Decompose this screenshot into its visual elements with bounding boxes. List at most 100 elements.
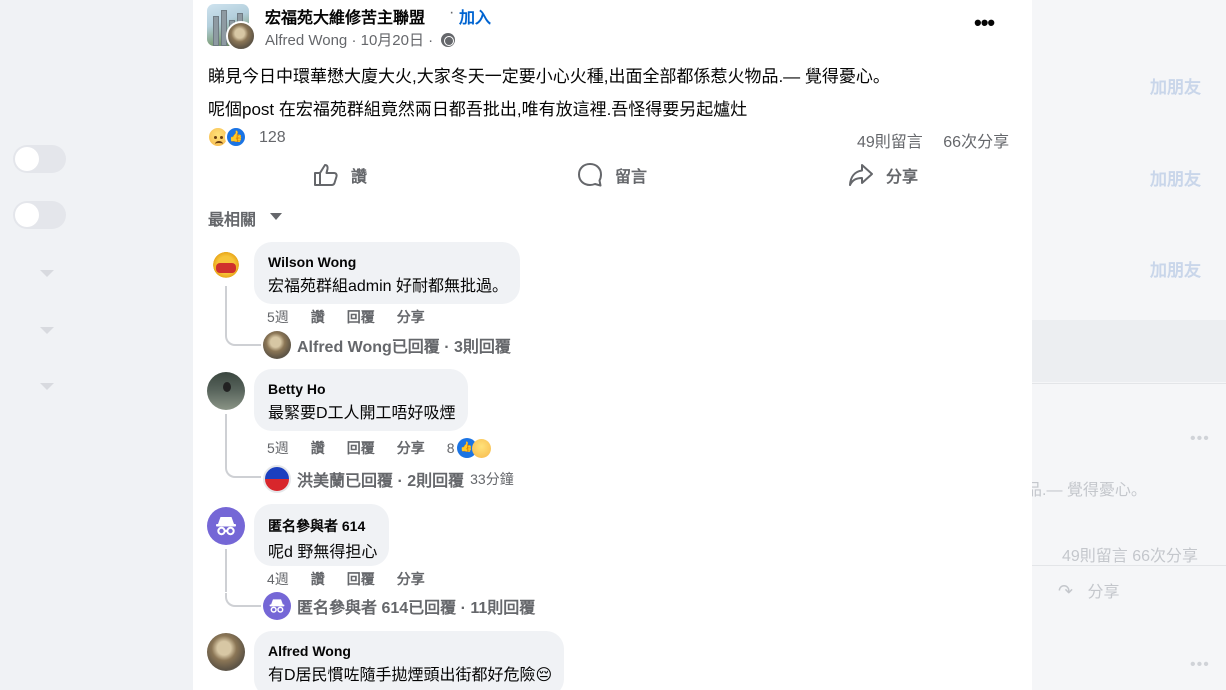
author-avatar[interactable] <box>226 21 256 51</box>
comment-reply-button[interactable]: 回覆 <box>347 571 375 587</box>
comment-bubble: Betty Ho 最緊要D工人開工唔好吸煙 <box>254 369 468 431</box>
comment-icon <box>578 163 602 187</box>
comment-age[interactable]: 5週 <box>267 309 289 325</box>
thread-line <box>225 414 227 464</box>
comment-text: 呢d 野無得担心 <box>268 544 378 561</box>
comment-share-button[interactable]: 分享 <box>397 440 425 456</box>
sad-reaction-icon <box>471 439 491 459</box>
post-text-line: 呢個post 在宏福苑群組竟然兩日都吾批出,唯有放這裡.吾怪得要另起爐灶 <box>208 100 748 119</box>
comment-age[interactable]: 4週 <box>267 571 289 587</box>
toggle-switch[interactable] <box>13 145 66 173</box>
like-reaction-icon: 👍 <box>225 126 247 148</box>
comment-share-button[interactable]: 分享 <box>397 571 425 587</box>
view-replies-link[interactable]: 洪美蘭已回覆 · 2則回覆 33分鐘 <box>263 465 514 493</box>
comment-button[interactable]: 留言 <box>577 155 647 195</box>
like-button[interactable]: 讚 <box>313 155 367 195</box>
group-name-link[interactable]: 宏福苑大維修苦主聯盟 <box>265 4 425 28</box>
commenter-avatar[interactable] <box>207 372 245 410</box>
share-count-link[interactable]: 66次分享 <box>943 134 1009 151</box>
background-share-label: 分享 <box>1087 584 1120 601</box>
author-name-link[interactable]: Alfred Wong <box>265 32 347 49</box>
caret-down-icon[interactable] <box>270 213 282 220</box>
left-sidebar-background <box>0 0 193 690</box>
more-options-icon[interactable]: ••• <box>974 10 995 36</box>
comment-author-link[interactable]: Betty Ho <box>268 381 456 397</box>
comment-like-button[interactable]: 讚 <box>311 571 325 587</box>
comment-reactions[interactable]: 👍 <box>456 438 501 460</box>
thread-line <box>225 286 227 332</box>
anonymous-avatar-icon <box>263 592 291 620</box>
thumbs-up-icon <box>314 164 338 186</box>
divider <box>1032 383 1226 384</box>
replies-time: 33分鐘 <box>470 471 514 487</box>
comment-like-button[interactable]: 讚 <box>311 440 325 456</box>
more-options-icon: ••• <box>1190 656 1210 673</box>
add-friend-button[interactable]: 加朋友 <box>1150 73 1201 98</box>
add-friend-button[interactable]: 加朋友 <box>1150 165 1201 190</box>
globe-icon <box>441 33 456 47</box>
thread-line <box>225 549 227 592</box>
thread-line <box>225 332 261 346</box>
comment-actions: 4週 讚 回覆 分享 <box>267 569 447 589</box>
comment-count-link[interactable]: 49則留言 <box>857 134 923 151</box>
commenter-avatar[interactable] <box>207 244 245 282</box>
post-stats: 49則留言 66次分享 <box>857 128 1009 152</box>
share-button[interactable]: 分享 <box>848 155 918 195</box>
comment-author-link[interactable]: Alfred Wong <box>268 643 552 659</box>
share-button-label: 分享 <box>886 169 919 186</box>
replies-summary: 匿名參與者 614已回覆 · 11則回覆 <box>297 600 536 617</box>
post-card: 宏福苑大維修苦主聯盟 · 加入 Alfred Wong · 10月20日 · •… <box>193 0 1032 690</box>
comment-author-link[interactable]: 匿名參與者 614 <box>268 516 377 536</box>
background-block <box>1032 320 1226 382</box>
comment-reply-button[interactable]: 回覆 <box>347 440 375 456</box>
post-meta: Alfred Wong · 10月20日 · <box>265 29 456 50</box>
replies-summary: 洪美蘭已回覆 · 2則回覆 <box>297 473 465 490</box>
view-replies-link[interactable]: 匿名參與者 614已回覆 · 11則回覆 <box>263 592 535 620</box>
comment-text: 最緊要D工人開工唔好吸煙 <box>268 405 456 422</box>
replier-avatar <box>263 465 291 493</box>
background-post-text: 品.— 覺得憂心。 <box>1026 482 1147 499</box>
comment-reply-button[interactable]: 回覆 <box>347 309 375 325</box>
divider <box>1032 565 1226 566</box>
comment-age[interactable]: 5週 <box>267 440 289 456</box>
thread-line <box>225 593 261 607</box>
comment-like-button[interactable]: 讚 <box>311 309 325 325</box>
post-date-link[interactable]: 10月20日 <box>361 32 424 49</box>
separator-dot: · <box>449 4 455 21</box>
background-post-stats: 49則留言 66次分享 <box>1062 548 1199 565</box>
reaction-count: 128 <box>259 129 286 146</box>
comment-reaction-count[interactable]: 8 <box>447 440 455 456</box>
chevron-down-icon[interactable] <box>40 327 54 334</box>
chevron-down-icon[interactable] <box>40 270 54 277</box>
toggle-switch[interactable] <box>13 201 66 229</box>
action-bar: 讚 留言 分享 <box>207 155 1018 195</box>
share-icon: ↷ <box>1058 581 1074 601</box>
more-options-icon: ••• <box>1190 430 1210 447</box>
chevron-down-icon[interactable] <box>40 383 54 390</box>
view-replies-link[interactable]: Alfred Wong已回覆 · 3則回覆 <box>263 331 511 359</box>
join-group-button[interactable]: 加入 <box>459 4 491 28</box>
comment-text: 有D居民慣咗隨手拋煙頭出街都好危險😔 <box>268 667 553 684</box>
comment-actions: 5週 讚 回覆 分享 <box>267 307 447 327</box>
comment-button-label: 留言 <box>615 169 648 186</box>
comment-bubble: Alfred Wong 有D居民慣咗隨手拋煙頭出街都好危險😔 <box>254 631 565 690</box>
comment-bubble: Wilson Wong 宏福苑群組admin 好耐都無批過。 <box>254 242 521 304</box>
share-icon <box>849 164 873 186</box>
background-share-button: ↷ 分享 <box>1058 578 1120 602</box>
separator-dot: · <box>351 32 361 49</box>
post-text-line: 睇見今日中環華懋大廈大火,大家冬天一定要小心火種,出面全部都係惹火物品.— 覺得… <box>208 67 890 86</box>
like-button-label: 讚 <box>351 169 368 186</box>
anonymous-avatar-icon[interactable] <box>207 507 245 545</box>
comment-sort-dropdown[interactable]: 最相關 <box>208 206 256 230</box>
comment-share-button[interactable]: 分享 <box>397 309 425 325</box>
replier-avatar <box>263 331 291 359</box>
commenter-avatar[interactable] <box>207 633 245 671</box>
separator-dot: · <box>428 32 438 49</box>
comment-author-link[interactable]: Wilson Wong <box>268 254 508 270</box>
comment-bubble: 匿名參與者 614 呢d 野無得担心 <box>254 504 390 566</box>
thread-line <box>225 464 261 478</box>
add-friend-button[interactable]: 加朋友 <box>1150 256 1201 281</box>
comment-actions: 5週 讚 回覆 分享 8 👍 <box>267 438 523 460</box>
replies-summary: Alfred Wong已回覆 · 3則回覆 <box>297 339 511 356</box>
comment-text: 宏福苑群組admin 好耐都無批過。 <box>268 278 509 295</box>
